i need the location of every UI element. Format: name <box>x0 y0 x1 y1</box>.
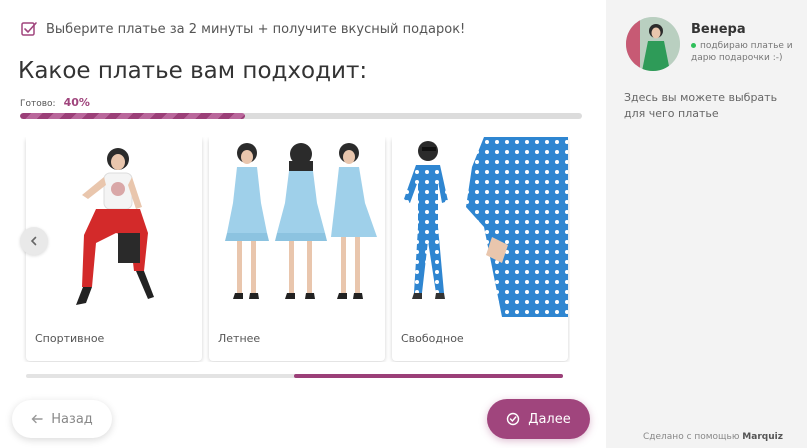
chevron-left-icon <box>30 236 37 246</box>
next-button-label: Далее <box>528 411 571 427</box>
options-carousel: Спортивное Летнее Свободное <box>20 137 570 362</box>
next-button[interactable]: Далее <box>487 399 590 439</box>
made-with-marquiz[interactable]: Сделано с помощью Marquiz <box>643 432 783 442</box>
marquiz-brand: Marquiz <box>742 432 783 442</box>
carousel-scrollbar[interactable] <box>26 374 563 378</box>
progress-caption: Готово: <box>20 99 56 109</box>
carousel-scroll-thumb[interactable] <box>294 374 563 378</box>
progress-fill <box>20 113 245 119</box>
carousel-prev-button[interactable] <box>20 227 48 255</box>
consultant-name: Венера <box>691 22 746 37</box>
check-circle-icon <box>507 412 520 426</box>
quiz-main-panel: Выберите платье за 2 минуты + получите в… <box>0 0 606 448</box>
progress-label: Готово: 40% <box>20 96 90 109</box>
option-label: Свободное <box>401 332 464 345</box>
option-image-summer <box>209 137 385 317</box>
option-image-sport <box>26 137 202 317</box>
checklist-icon <box>20 20 38 38</box>
back-button-label: Назад <box>51 411 93 427</box>
option-card-sport[interactable]: Спортивное <box>26 137 202 361</box>
option-image-loose <box>392 137 568 317</box>
made-with-prefix: Сделано с помощью <box>643 432 740 442</box>
back-button[interactable]: Назад <box>12 400 112 438</box>
consultant-avatar <box>626 17 680 71</box>
consultant-status-text: подбираю платье и дарю подарочки :-) <box>691 41 793 63</box>
promo-line: Выберите платье за 2 минуты + получите в… <box>20 20 465 38</box>
progress-bar <box>20 113 582 119</box>
promo-text: Выберите платье за 2 минуты + получите в… <box>46 21 466 37</box>
option-card-summer[interactable]: Летнее <box>209 137 385 361</box>
consultant-sidebar: Венера подбираю платье и дарю подарочки … <box>606 0 807 448</box>
option-label: Спортивное <box>35 332 105 345</box>
option-card-loose[interactable]: Свободное <box>392 137 568 361</box>
arrow-left-icon <box>31 414 43 424</box>
consultant-status: подбираю платье и дарю подарочки :-) <box>691 40 801 64</box>
progress-percent: 40% <box>63 96 90 109</box>
question-title: Какое платье вам подходит: <box>18 58 368 84</box>
sidebar-description: Здесь вы можете выбрать для чего платье <box>624 91 778 120</box>
online-dot-icon <box>691 43 696 48</box>
option-label: Летнее <box>218 332 261 345</box>
